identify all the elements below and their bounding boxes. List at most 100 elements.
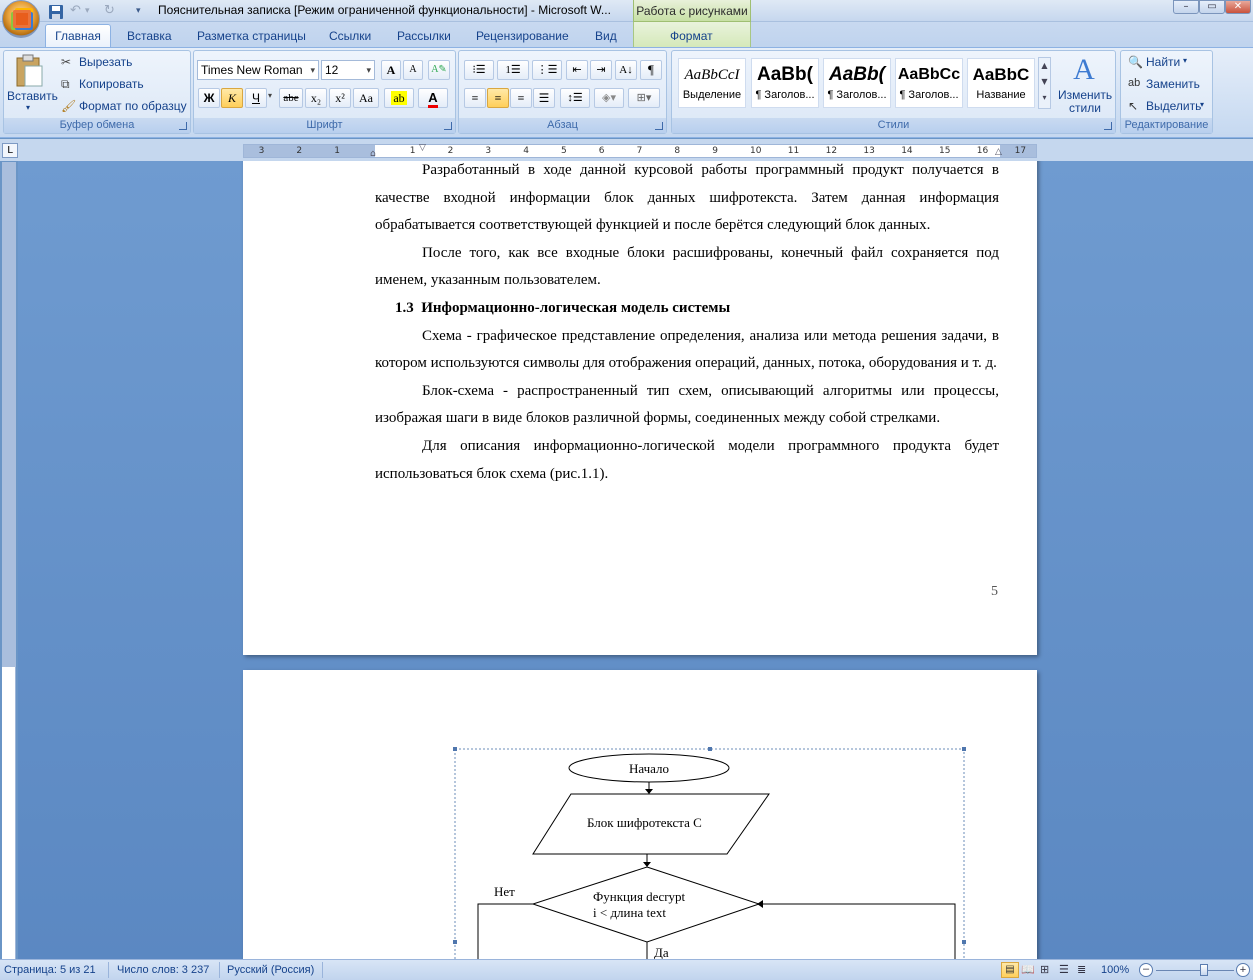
vertical-ruler[interactable] [2, 162, 16, 960]
zoom-out-button[interactable]: – [1139, 963, 1153, 977]
borders-icon[interactable]: ⊞▾ [628, 88, 660, 108]
close-button[interactable]: ✕ [1225, 0, 1251, 14]
tab-view[interactable]: Вид [595, 26, 617, 46]
word-count[interactable]: Число слов: 3 237 [117, 963, 209, 977]
tab-home[interactable]: Главная [45, 24, 111, 48]
decrease-indent-icon[interactable]: ⇤ [566, 60, 588, 80]
style-heading2[interactable]: AaBb( ¶ Заголов... [823, 58, 891, 108]
change-case-button[interactable]: Aa [353, 88, 379, 108]
find-button[interactable]: Найти [1146, 55, 1180, 69]
bullets-icon[interactable]: ⁝☰ [464, 60, 494, 80]
tab-mailings[interactable]: Рассылки [397, 26, 451, 46]
undo-dropdown-icon[interactable]: ▾ [85, 2, 90, 20]
font-name-dropdown-icon[interactable]: ▾ [310, 61, 315, 79]
styles-scroll-up-icon[interactable]: ▲ [1039, 58, 1050, 74]
change-styles-icon[interactable]: A [1068, 54, 1100, 88]
font-size-dropdown-icon[interactable]: ▾ [366, 61, 371, 79]
grow-font-button[interactable]: A [381, 60, 401, 80]
document-workspace[interactable]: Разработанный в ходе данной курсовой раб… [18, 161, 1253, 959]
font-color-icon[interactable]: A [418, 88, 448, 108]
justify-icon[interactable]: ☰ [533, 88, 555, 108]
tab-format[interactable]: Формат [670, 26, 713, 46]
undo-icon[interactable]: ↶ [70, 2, 81, 20]
find-icon[interactable]: 🔍 [1128, 55, 1143, 69]
multilevel-list-icon[interactable]: ⋮☰ [532, 60, 562, 80]
select-button[interactable]: Выделить [1146, 99, 1201, 113]
underline-dropdown-icon[interactable]: ▾ [268, 91, 272, 100]
style-heading3[interactable]: AaBbCc ¶ Заголов... [895, 58, 963, 108]
copy-button[interactable]: Копировать [79, 77, 144, 91]
align-center-icon[interactable]: ≡ [487, 88, 509, 108]
shading-icon[interactable]: ◈▾ [594, 88, 624, 108]
align-left-icon[interactable]: ≡ [464, 88, 486, 108]
line-spacing-icon[interactable]: ↕☰ [560, 88, 590, 108]
paste-icon[interactable] [14, 54, 44, 88]
first-line-indent-icon[interactable]: ▽ [419, 143, 426, 153]
italic-button[interactable]: К [221, 88, 243, 108]
format-painter-icon[interactable]: 🖌 [61, 99, 76, 113]
tab-references[interactable]: Ссылки [329, 26, 371, 46]
left-indent-marker-icon[interactable]: ⌂ [370, 149, 376, 159]
font-name-combo[interactable]: Times New Roman ▾ [197, 60, 319, 80]
bold-button[interactable]: Ж [198, 88, 220, 108]
save-icon[interactable] [48, 2, 64, 20]
replace-button[interactable]: Заменить [1146, 77, 1200, 91]
draft-view-icon[interactable]: ≣ [1077, 963, 1086, 976]
cut-button[interactable]: Вырезать [79, 55, 132, 69]
underline-button[interactable]: Ч [245, 88, 267, 108]
print-layout-view-icon[interactable]: ▤ [1001, 962, 1019, 978]
style-heading1[interactable]: AaBb( ¶ Заголов... [751, 58, 819, 108]
paragraph-launcher-icon[interactable] [655, 122, 663, 130]
select-icon[interactable]: ↖ [1128, 99, 1138, 113]
superscript-button[interactable]: x² [329, 88, 351, 108]
styles-scroll-down-icon[interactable]: ▼ [1039, 74, 1050, 90]
maximize-button[interactable]: ▭ [1199, 0, 1225, 14]
increase-indent-icon[interactable]: ⇥ [590, 60, 612, 80]
paste-button[interactable]: Вставить [7, 89, 58, 103]
language-indicator[interactable]: Русский (Россия) [227, 963, 314, 977]
style-emphasis[interactable]: AaBbCcI Выделение [678, 58, 746, 108]
styles-scroll[interactable]: ▲ ▼ ▾ [1038, 57, 1051, 109]
select-dropdown-icon[interactable]: ▾ [1200, 100, 1204, 109]
minimize-button[interactable]: – [1173, 0, 1199, 14]
strikethrough-button[interactable]: abe [279, 88, 303, 108]
align-right-icon[interactable]: ≡ [510, 88, 532, 108]
outline-view-icon[interactable]: ☰ [1059, 963, 1069, 976]
zoom-level[interactable]: 100% [1101, 963, 1129, 977]
redo-icon[interactable]: ↻ [104, 2, 115, 20]
clear-formatting-icon[interactable]: A✎ [428, 60, 450, 80]
change-styles-button[interactable]: Изменить стили [1058, 89, 1112, 115]
horizontal-ruler[interactable]: 3 2 1 1 2 3 4 5 6 7 8 9 10 11 12 13 14 15 16 17 ⌂ ▽ △ [243, 143, 1037, 159]
tab-page-layout[interactable]: Разметка страницы [197, 26, 306, 46]
cut-icon[interactable]: ✂ [61, 55, 71, 69]
tab-selector-icon[interactable]: L [2, 143, 18, 158]
tab-insert[interactable]: Вставка [127, 26, 172, 46]
web-layout-icon[interactable]: ⊞ [1040, 963, 1049, 976]
zoom-slider-thumb[interactable] [1200, 964, 1208, 976]
find-dropdown-icon[interactable]: ▾ [1183, 56, 1187, 65]
sort-icon[interactable]: A↓ [615, 60, 637, 80]
show-marks-icon[interactable]: ¶ [640, 60, 662, 80]
highlight-color-icon[interactable]: ab [384, 88, 414, 108]
format-painter-button[interactable]: Формат по образцу [79, 99, 187, 113]
page-counter[interactable]: Страница: 5 из 21 [4, 963, 96, 977]
full-screen-reading-icon[interactable]: 📖 [1021, 963, 1035, 976]
zoom-in-button[interactable]: + [1236, 963, 1250, 977]
clipboard-launcher-icon[interactable] [179, 122, 187, 130]
subscript-button[interactable]: x₂ [305, 88, 327, 108]
font-size-combo[interactable]: 12 ▾ [321, 60, 375, 80]
styles-launcher-icon[interactable] [1104, 122, 1112, 130]
tab-review[interactable]: Рецензирование [476, 26, 569, 46]
right-indent-marker-icon[interactable]: △ [995, 147, 1002, 157]
paste-dropdown-icon[interactable]: ▾ [26, 103, 30, 112]
qat-customize-icon[interactable]: ▾ [136, 2, 141, 20]
numbering-icon[interactable]: 1☰ [497, 60, 529, 80]
shrink-font-button[interactable]: A [403, 60, 423, 80]
copy-icon[interactable]: ⧉ [61, 77, 70, 92]
styles-more-icon[interactable]: ▾ [1039, 90, 1050, 106]
style-title[interactable]: AaBbC Название [967, 58, 1035, 108]
page-6[interactable]: Начало Блок шифротекста C Функция decryp… [243, 670, 1037, 959]
page-5[interactable]: Разработанный в ходе данной курсовой раб… [243, 161, 1037, 655]
zoom-slider-track[interactable] [1156, 970, 1234, 971]
replace-icon[interactable]: ab [1128, 77, 1140, 89]
